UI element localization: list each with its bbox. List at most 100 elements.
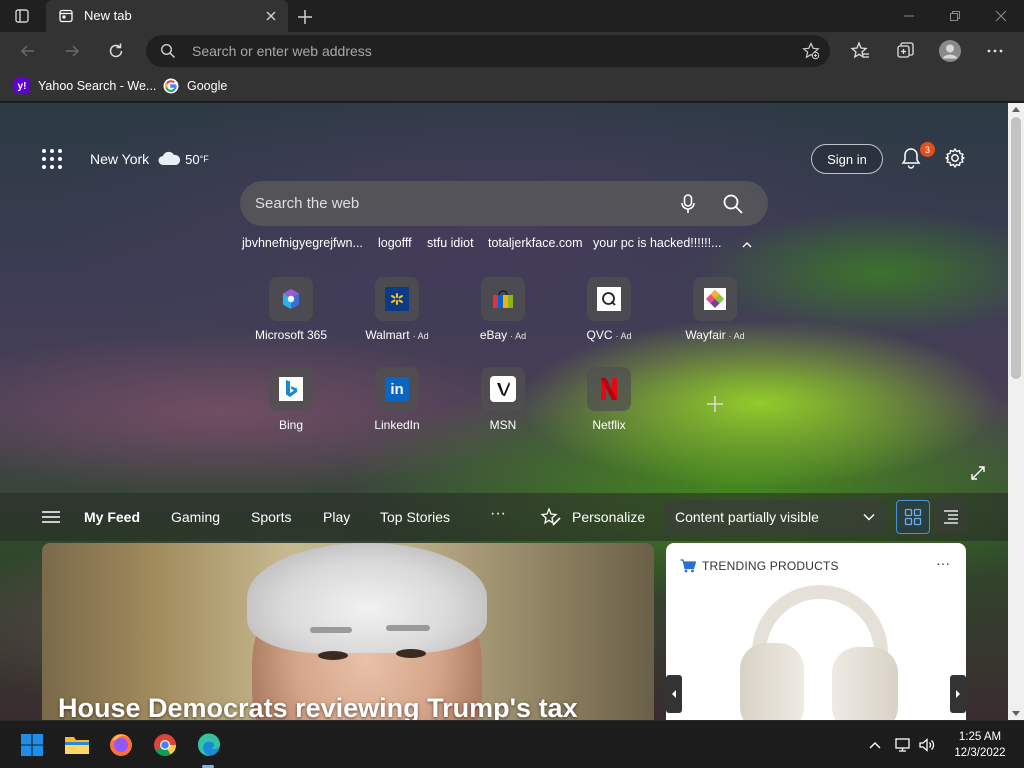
- personalize-button[interactable]: Personalize: [540, 506, 645, 528]
- refresh-button[interactable]: [102, 38, 130, 64]
- forward-button[interactable]: [58, 38, 86, 64]
- quick-link-wayfair[interactable]: Wayfair · Ad: [670, 277, 760, 359]
- expand-background-icon[interactable]: [970, 465, 986, 481]
- hamburger-menu-icon[interactable]: [42, 511, 60, 523]
- web-search-box[interactable]: [240, 181, 768, 226]
- restore-button[interactable]: [932, 0, 978, 32]
- quick-link-linkedin[interactable]: in LinkedIn: [352, 367, 442, 449]
- recent-search-item[interactable]: jbvhnefnigyegrejfwn...: [242, 236, 363, 254]
- scroll-up-arrow-icon[interactable]: [1012, 107, 1020, 112]
- trending-title: TRENDING PRODUCTS: [702, 559, 839, 573]
- bookmark-google[interactable]: Google: [163, 75, 227, 97]
- collections-button[interactable]: [891, 38, 919, 64]
- weather-widget[interactable]: New York 50 °F: [90, 149, 209, 169]
- tab-top-stories[interactable]: Top Stories: [380, 509, 450, 525]
- tab-gaming[interactable]: Gaming: [171, 509, 220, 525]
- network-icon: [895, 738, 910, 752]
- start-button[interactable]: [18, 731, 46, 759]
- grid-layout-button[interactable]: [896, 500, 930, 534]
- minimize-button[interactable]: [886, 0, 932, 32]
- cloud-icon: [158, 151, 181, 165]
- settings-and-more-button[interactable]: [981, 38, 1009, 64]
- recent-search-item[interactable]: logofff: [378, 236, 412, 254]
- clock-time: 1:25 AM: [958, 731, 1002, 743]
- hero-headline[interactable]: House Democrats reviewing Trump's tax: [58, 693, 578, 720]
- content-visibility-dropdown[interactable]: Content partially visible: [664, 500, 886, 534]
- close-window-button[interactable]: [978, 0, 1024, 32]
- quick-link-microsoft-365[interactable]: Microsoft 365: [246, 277, 336, 359]
- start-icon: [21, 734, 43, 756]
- trending-products-card: TRENDING PRODUCTS ···: [666, 543, 966, 720]
- tab-title: New tab: [84, 8, 132, 23]
- grid-view-icon: [904, 508, 922, 526]
- bookmark-yahoo-search[interactable]: y! Yahoo Search - We...: [14, 75, 156, 97]
- forward-arrow-icon: [66, 45, 80, 57]
- tab-new-tab[interactable]: New tab: [46, 0, 288, 32]
- vertical-scrollbar[interactable]: [1008, 103, 1024, 720]
- volume-button[interactable]: [918, 736, 936, 754]
- firefox-button[interactable]: [107, 731, 135, 759]
- web-search-input[interactable]: [255, 181, 655, 226]
- favorites-star-icon: [850, 41, 869, 59]
- recent-search-item[interactable]: stfu idiot: [427, 236, 474, 254]
- more-tabs-button[interactable]: ···: [490, 505, 506, 523]
- weather-temperature: 50: [185, 151, 200, 167]
- file-explorer-button[interactable]: [63, 731, 91, 759]
- address-bar[interactable]: [146, 35, 830, 67]
- search-icon[interactable]: [722, 193, 744, 215]
- tile-label-text: LinkedIn: [374, 418, 420, 432]
- sign-in-button[interactable]: Sign in: [811, 144, 883, 174]
- close-tab-icon[interactable]: [262, 7, 280, 25]
- new-tab-page: New York 50 °F Sign in 3 Search the web …: [0, 103, 1008, 720]
- trending-more-button[interactable]: ···: [936, 555, 950, 571]
- weather-city: New York: [90, 151, 150, 167]
- profile-button[interactable]: [936, 38, 964, 64]
- new-tab-plus-icon[interactable]: [294, 6, 316, 28]
- quick-link-ebay[interactable]: eBay · Ad: [458, 277, 548, 359]
- back-button[interactable]: [14, 38, 42, 64]
- content-visibility-value: Content partially visible: [675, 509, 819, 525]
- qvc-icon: [587, 277, 631, 321]
- page-settings-gear-icon[interactable]: [944, 147, 966, 169]
- shopping-cart-icon: [680, 559, 696, 573]
- tab-sports[interactable]: Sports: [251, 509, 291, 525]
- walmart-icon: [375, 277, 419, 321]
- carousel-prev-button[interactable]: [666, 675, 682, 713]
- chrome-button[interactable]: [151, 731, 179, 759]
- scroll-thumb[interactable]: [1011, 117, 1021, 379]
- add-favorite-icon[interactable]: [802, 42, 820, 60]
- network-button[interactable]: [894, 736, 912, 754]
- favorites-button[interactable]: [846, 38, 874, 64]
- tile-label-text: Bing: [278, 418, 304, 432]
- list-layout-button[interactable]: [934, 500, 968, 534]
- recent-search-item[interactable]: totaljerkface.com: [488, 236, 582, 254]
- carousel-next-button[interactable]: [950, 675, 966, 713]
- scroll-down-arrow-icon[interactable]: [1012, 711, 1020, 716]
- hero-news-card[interactable]: House Democrats reviewing Trump's tax: [42, 543, 654, 720]
- microphone-icon[interactable]: [678, 193, 698, 215]
- ad-label: · Ad: [510, 331, 527, 341]
- chrome-icon: [154, 734, 176, 756]
- tab-play[interactable]: Play: [323, 509, 350, 525]
- more-horizontal-icon: [987, 49, 1003, 53]
- quick-link-bing[interactable]: Bing: [246, 367, 336, 449]
- back-arrow-icon: [20, 45, 34, 57]
- app-launcher-icon[interactable]: [42, 149, 62, 169]
- quick-link-qvc[interactable]: QVC · Ad: [564, 277, 654, 359]
- quick-link-walmart[interactable]: Walmart · Ad: [352, 277, 442, 359]
- add-quick-link-plus-icon[interactable]: [704, 393, 726, 415]
- tile-label-text: QVC: [586, 328, 613, 342]
- edge-button[interactable]: [195, 731, 223, 759]
- address-input[interactable]: [192, 35, 752, 67]
- collapse-recent-searches-icon[interactable]: [738, 236, 756, 252]
- tab-my-feed[interactable]: My Feed: [84, 509, 140, 525]
- quick-link-msn[interactable]: MSN: [458, 367, 548, 449]
- tile-label-text: Walmart: [365, 328, 410, 342]
- tab-actions-icon[interactable]: [14, 8, 30, 24]
- edge-icon: [197, 733, 220, 756]
- quick-link-netflix[interactable]: Netflix: [564, 367, 654, 449]
- microsoft-365-icon: [269, 277, 313, 321]
- system-clock[interactable]: 1:25 AM 12/3/2022: [948, 729, 1012, 761]
- recent-search-item[interactable]: your pc is hacked!!!!!!...: [593, 236, 722, 254]
- show-hidden-icons-button[interactable]: [866, 736, 884, 754]
